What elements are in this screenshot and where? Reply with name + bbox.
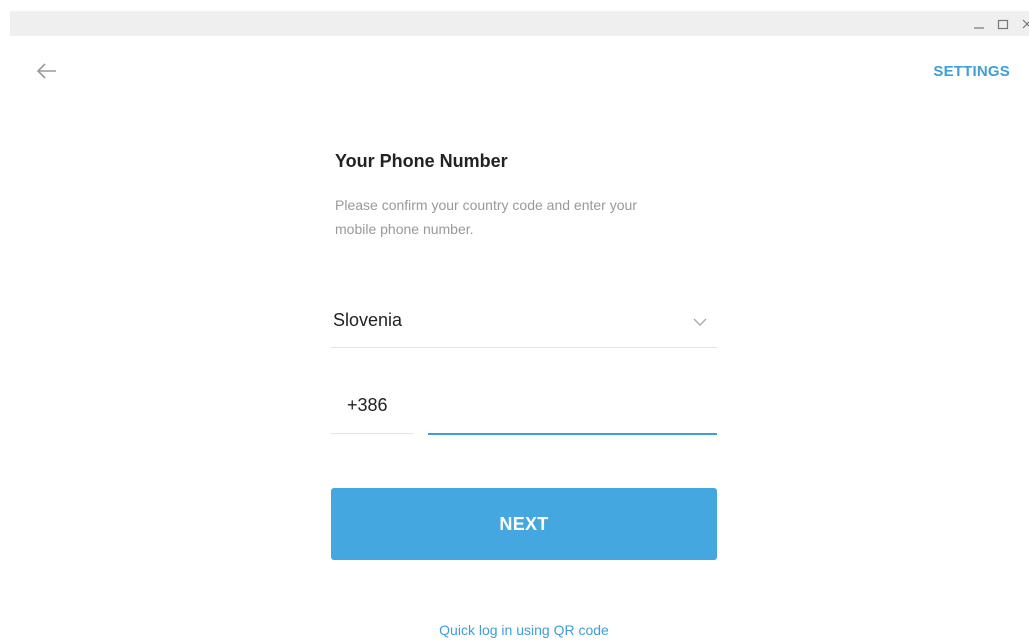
minimize-icon[interactable] <box>968 11 990 36</box>
country-code-input[interactable] <box>347 395 417 416</box>
back-button[interactable] <box>34 60 60 82</box>
phone-number-input[interactable] <box>430 395 710 416</box>
country-select[interactable]: Slovenia <box>331 296 717 348</box>
phone-number-field[interactable] <box>428 382 717 435</box>
page-title: Your Phone Number <box>335 151 508 171</box>
maximize-icon[interactable] <box>992 11 1014 36</box>
next-button[interactable]: NEXT <box>331 488 717 560</box>
chevron-down-icon <box>693 318 707 326</box>
close-icon[interactable] <box>1016 11 1029 36</box>
arrow-left-icon <box>36 63 56 79</box>
country-code-field[interactable] <box>331 382 417 434</box>
country-name: Slovenia <box>333 310 403 330</box>
settings-link[interactable]: SETTINGS <box>933 63 1010 80</box>
qr-login-link[interactable]: Quick log in using QR code <box>0 622 1029 638</box>
page-description: Please confirm your country code and ent… <box>335 197 637 237</box>
title-bar <box>10 11 1029 36</box>
